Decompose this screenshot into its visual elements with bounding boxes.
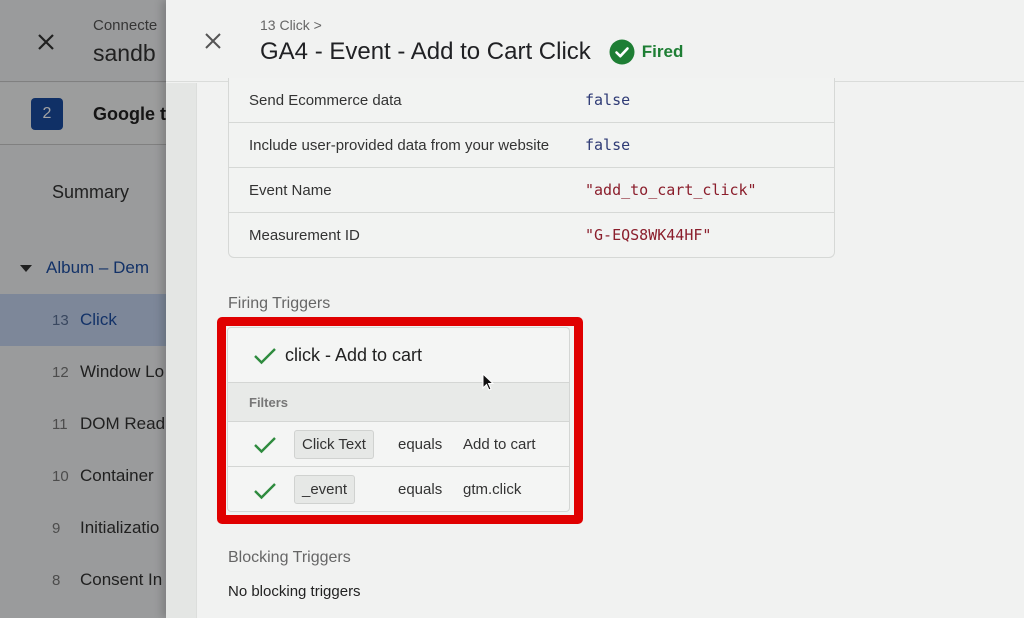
event-number: 12 <box>52 363 69 381</box>
event-item[interactable]: 12 Window Lo <box>0 346 166 398</box>
event-number: 13 <box>52 311 69 329</box>
event-item[interactable]: 13 Click <box>0 294 166 346</box>
filter-operator: equals <box>398 481 443 498</box>
connected-label: Connecte <box>93 17 158 34</box>
table-row: Send Ecommerce data false <box>229 78 834 122</box>
event-label: Window Lo <box>80 362 165 381</box>
property-key: Include user-provided data from your web… <box>249 136 550 154</box>
variable-chip: Click Text <box>294 429 374 459</box>
event-number: 11 <box>52 415 68 433</box>
event-label: Consent In <box>80 570 163 589</box>
table-row: Include user-provided data from your web… <box>229 122 834 167</box>
title-row: GA4 - Event - Add to Cart Click Fired <box>260 38 683 66</box>
site-name: sandb <box>93 40 156 66</box>
event-number: 10 <box>52 467 69 485</box>
event-list: 13 Click 12 Window Lo 11 DOM Read 10 Contain… <box>0 294 166 606</box>
filter-row: _event equals gtm.click <box>228 467 569 511</box>
close-icon[interactable] <box>201 29 225 53</box>
table-row: Event Name "add_to_cart_click" <box>229 167 834 212</box>
check-circle-icon <box>609 39 635 65</box>
event-label: Click <box>80 310 117 329</box>
filter-row: Click Text equals Add to cart <box>228 422 569 467</box>
container-name: Google t <box>93 104 166 124</box>
event-number: 8 <box>52 571 61 589</box>
trigger-name: click - Add to cart <box>285 344 423 365</box>
filter-operator: equals <box>398 435 443 453</box>
property-key: Event Name <box>249 181 332 199</box>
background-header: Connecte sandb <box>0 0 166 82</box>
close-icon[interactable] <box>34 30 58 54</box>
event-number: 9 <box>52 519 61 537</box>
background-sidebar: Connecte sandb 2 Google t Summary Album … <box>0 0 166 618</box>
tag-properties-table: Send Ecommerce data false Include user-p… <box>228 78 835 258</box>
property-key: Measurement ID <box>249 226 360 244</box>
event-item[interactable]: 8 Consent In <box>0 554 166 606</box>
filter-value: gtm.click <box>463 481 522 498</box>
check-icon <box>254 437 276 454</box>
status-badge: Fired <box>609 39 684 65</box>
tag-title: GA4 - Event - Add to Cart Click <box>260 38 591 65</box>
status-label: Fired <box>641 42 684 61</box>
firing-triggers-heading: Firing Triggers <box>228 295 331 312</box>
variable-chip: _event <box>294 475 356 504</box>
event-label: DOM Read <box>80 414 166 433</box>
scroll-gutter <box>166 83 197 618</box>
tag-detail-panel: 13 Click > GA4 - Event - Add to Cart Cli… <box>166 0 1024 618</box>
event-label: Container <box>80 466 154 485</box>
trigger-header[interactable]: click - Add to cart <box>228 328 569 383</box>
check-icon <box>254 482 276 499</box>
property-value: "G-EQS8WK44HF" <box>585 226 712 244</box>
property-value: "add_to_cart_click" <box>585 181 757 199</box>
property-value: false <box>585 91 631 109</box>
event-item[interactable]: 11 DOM Read <box>0 398 166 450</box>
filter-value: Add to cart <box>463 435 536 453</box>
firing-trigger-card: click - Add to cart Filters Click Text e… <box>227 327 570 512</box>
page-group-toggle[interactable]: Album – Dem <box>20 258 149 278</box>
page-group-label: Album – Dem <box>46 258 149 277</box>
property-key: Send Ecommerce data <box>249 91 402 109</box>
container-badge: 2 <box>31 98 63 130</box>
breadcrumb[interactable]: 13 Click > <box>260 17 322 33</box>
panel-header: 13 Click > GA4 - Event - Add to Cart Cli… <box>166 0 1024 82</box>
summary-link[interactable]: Summary <box>52 182 129 203</box>
property-value: false <box>585 136 631 154</box>
event-item[interactable]: 10 Container <box>0 450 166 502</box>
blocking-triggers-heading: Blocking Triggers <box>228 549 351 566</box>
check-icon <box>254 348 276 365</box>
mouse-cursor-icon <box>482 373 495 391</box>
table-row: Measurement ID "G-EQS8WK44HF" <box>229 212 834 257</box>
filters-heading: Filters <box>228 383 569 422</box>
event-item[interactable]: 9 Initializatio <box>0 502 166 554</box>
event-label: Initializatio <box>80 518 160 537</box>
caret-down-icon <box>20 265 32 273</box>
no-blocking-triggers-text: No blocking triggers <box>228 583 361 600</box>
